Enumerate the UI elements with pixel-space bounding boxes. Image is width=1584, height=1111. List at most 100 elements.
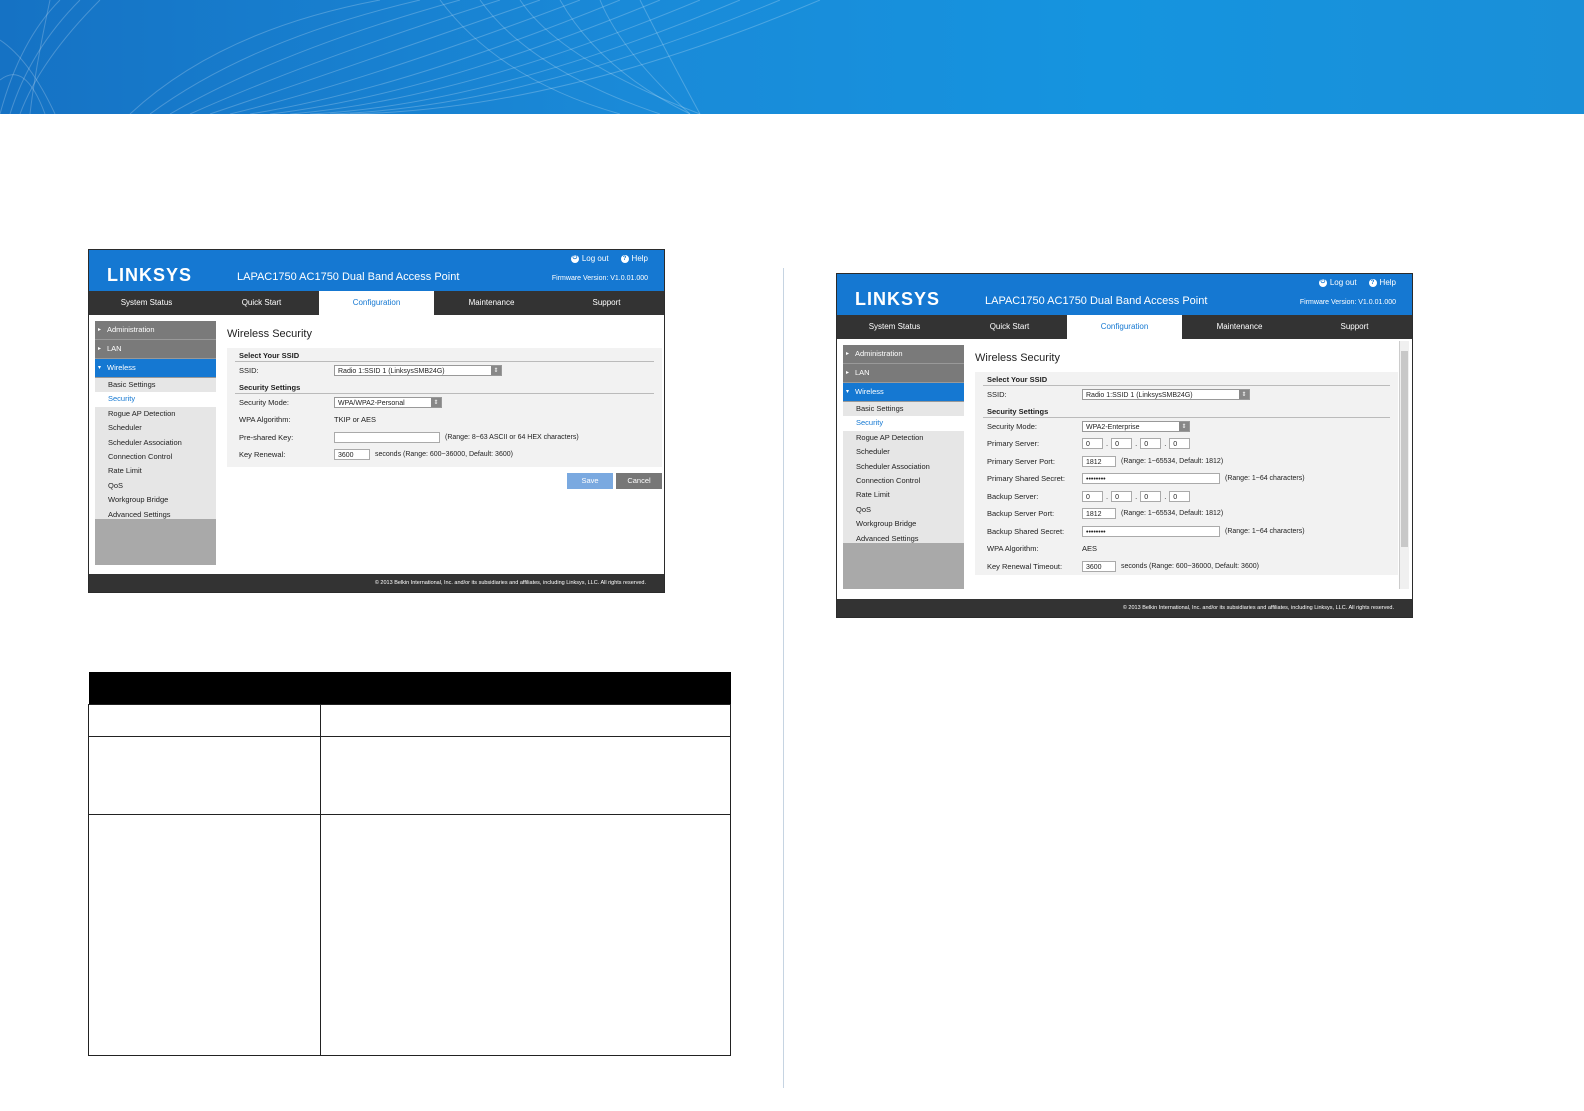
pre-shared-key-input[interactable] bbox=[334, 431, 440, 443]
linksys-logo: LINKSYS bbox=[855, 289, 941, 309]
sidebar-item-scheduler[interactable]: Scheduler bbox=[843, 445, 964, 459]
security-mode-label: Security Mode: bbox=[239, 397, 290, 407]
tab-quick-start[interactable]: Quick Start bbox=[204, 291, 319, 315]
sidebar-item-connection-control[interactable]: Connection Control bbox=[843, 474, 964, 488]
banner-wave-graphic bbox=[0, 0, 821, 114]
sidebar-item-connection-control[interactable]: Connection Control bbox=[95, 450, 216, 464]
primary-secret-label: Primary Shared Secret: bbox=[987, 474, 1065, 484]
logout-link[interactable]: ⏻ Log out bbox=[570, 254, 609, 263]
sidebar-item-scheduler-association[interactable]: Scheduler Association bbox=[843, 460, 964, 474]
main-tabs: System Status Quick Start Configuration … bbox=[89, 291, 664, 315]
sidebar-item-basic-settings[interactable]: Basic Settings bbox=[843, 402, 964, 416]
sidebar-group-wireless[interactable]: Wireless bbox=[843, 383, 964, 402]
sidebar-group-lan[interactable]: LAN bbox=[95, 340, 216, 359]
power-icon: ⏻ bbox=[570, 254, 579, 263]
tab-support[interactable]: Support bbox=[1297, 315, 1412, 339]
tab-system-status[interactable]: System Status bbox=[837, 315, 952, 339]
sidebar-item-workgroup-bridge[interactable]: Workgroup Bridge bbox=[843, 517, 964, 531]
copyright-footer: © 2013 Belkin International, Inc. and/or… bbox=[89, 574, 664, 592]
logout-label: Log out bbox=[1329, 278, 1357, 287]
firmware-version: Firmware Version: V1.0.01.000 bbox=[551, 275, 648, 282]
page-title: Wireless Security bbox=[227, 328, 312, 340]
logout-link[interactable]: ⏻ Log out bbox=[1318, 278, 1357, 287]
backup-server-octet-1[interactable]: 0 bbox=[1082, 490, 1103, 502]
scrollbar-thumb[interactable] bbox=[1401, 351, 1408, 547]
backup-port-hint: (Range: 1~65534, Default: 1812) bbox=[1121, 510, 1224, 518]
section-select-ssid: Select Your SSID bbox=[983, 372, 1390, 386]
help-link[interactable]: ? Help bbox=[620, 254, 648, 263]
backup-server-octet-3[interactable]: 0 bbox=[1140, 490, 1162, 502]
primary-server-octet-2[interactable]: 0 bbox=[1111, 438, 1133, 450]
main-content: Wireless Security Select Your SSID SSID:… bbox=[975, 345, 1398, 575]
ssid-select[interactable]: Radio 1:SSID 1 (LinksysSMB24G) ⇕ bbox=[334, 365, 502, 377]
primary-secret-input[interactable]: •••••••• bbox=[1082, 473, 1220, 485]
power-icon: ⏻ bbox=[1318, 278, 1327, 287]
sidebar-item-rate-limit[interactable]: Rate Limit bbox=[95, 464, 216, 478]
cancel-button[interactable]: Cancel bbox=[616, 472, 662, 489]
sidebar: Administration LAN Wireless Basic Settin… bbox=[95, 321, 216, 565]
security-mode-value: WPA/WPA2-Personal bbox=[338, 399, 405, 407]
select-arrows-icon: ⇕ bbox=[491, 366, 501, 376]
sidebar-item-rogue-ap-detection[interactable]: Rogue AP Detection bbox=[843, 431, 964, 445]
help-icon: ? bbox=[620, 254, 629, 263]
sidebar-item-security[interactable]: Security bbox=[95, 392, 216, 407]
firmware-version: Firmware Version: V1.0.01.000 bbox=[1299, 299, 1396, 306]
linksys-logo: LINKSYS bbox=[107, 265, 193, 285]
key-renewal-timeout-input[interactable]: 3600 bbox=[1082, 560, 1116, 572]
table-row bbox=[88, 704, 731, 737]
sidebar-group-administration[interactable]: Administration bbox=[843, 345, 964, 364]
select-arrows-icon: ⇕ bbox=[431, 397, 441, 407]
tab-maintenance[interactable]: Maintenance bbox=[434, 291, 549, 315]
app-header: LINKSYS LAPAC1750 AC1750 Dual Band Acces… bbox=[837, 274, 1412, 315]
sidebar-item-qos[interactable]: QoS bbox=[95, 479, 216, 493]
table-header-cell bbox=[88, 672, 321, 705]
sidebar-item-scheduler[interactable]: Scheduler bbox=[95, 421, 216, 435]
device-title: LAPAC1750 AC1750 Dual Band Access Point bbox=[237, 271, 460, 283]
key-renewal-timeout-label: Key Renewal Timeout: bbox=[987, 561, 1063, 571]
backup-server-octet-2[interactable]: 0 bbox=[1111, 490, 1133, 502]
tab-quick-start[interactable]: Quick Start bbox=[952, 315, 1067, 339]
tab-system-status[interactable]: System Status bbox=[89, 291, 204, 315]
table-row bbox=[88, 814, 731, 1056]
tab-configuration[interactable]: Configuration bbox=[1067, 315, 1182, 339]
ssid-select[interactable]: Radio 1:SSID 1 (LinksysSMB24G) ⇕ bbox=[1082, 389, 1250, 401]
sidebar-item-basic-settings[interactable]: Basic Settings bbox=[95, 378, 216, 392]
tab-maintenance[interactable]: Maintenance bbox=[1182, 315, 1297, 339]
backup-server-octet-4[interactable]: 0 bbox=[1169, 490, 1191, 502]
settings-table bbox=[88, 672, 731, 1056]
content-scrollbar[interactable] bbox=[1399, 341, 1409, 589]
sidebar-item-rate-limit[interactable]: Rate Limit bbox=[843, 488, 964, 502]
ssid-select-value: Radio 1:SSID 1 (LinksysSMB24G) bbox=[338, 368, 445, 376]
sidebar-item-workgroup-bridge[interactable]: Workgroup Bridge bbox=[95, 493, 216, 507]
main-tabs: System Status Quick Start Configuration … bbox=[837, 315, 1412, 339]
primary-port-input[interactable]: 1812 bbox=[1082, 455, 1116, 467]
backup-secret-input[interactable]: •••••••• bbox=[1082, 525, 1220, 537]
primary-server-octet-3[interactable]: 0 bbox=[1140, 438, 1162, 450]
primary-server-octet-1[interactable]: 0 bbox=[1082, 438, 1103, 450]
sidebar-group-administration[interactable]: Administration bbox=[95, 321, 216, 340]
backup-secret-label: Backup Shared Secret: bbox=[987, 526, 1065, 536]
page-banner bbox=[0, 0, 1584, 114]
backup-port-input[interactable]: 1812 bbox=[1082, 508, 1116, 520]
primary-port-hint: (Range: 1~65534, Default: 1812) bbox=[1121, 457, 1224, 465]
key-renewal-input[interactable]: 3600 bbox=[334, 449, 370, 461]
sidebar-item-scheduler-association[interactable]: Scheduler Association bbox=[95, 436, 216, 450]
sidebar-item-rogue-ap-detection[interactable]: Rogue AP Detection bbox=[95, 407, 216, 421]
tab-configuration[interactable]: Configuration bbox=[319, 291, 434, 315]
section-select-ssid: Select Your SSID bbox=[235, 348, 654, 362]
save-button[interactable]: Save bbox=[567, 472, 613, 489]
key-renewal-label: Key Renewal: bbox=[239, 450, 286, 460]
sidebar-item-security[interactable]: Security bbox=[843, 416, 964, 431]
primary-server-octet-4[interactable]: 0 bbox=[1169, 438, 1191, 450]
help-link[interactable]: ? Help bbox=[1368, 278, 1396, 287]
section-security-settings: Security Settings bbox=[983, 404, 1390, 418]
tab-support[interactable]: Support bbox=[549, 291, 664, 315]
primary-server-label: Primary Server: bbox=[987, 439, 1040, 449]
security-mode-select[interactable]: WPA/WPA2-Personal ⇕ bbox=[334, 396, 442, 408]
sidebar-group-wireless[interactable]: Wireless bbox=[95, 359, 216, 378]
table-cell bbox=[88, 704, 321, 737]
security-mode-select[interactable]: WPA2-Enterprise ⇕ bbox=[1082, 420, 1190, 432]
sidebar-group-lan[interactable]: LAN bbox=[843, 364, 964, 383]
sidebar-item-qos[interactable]: QoS bbox=[843, 503, 964, 517]
pre-shared-key-hint: (Range: 8~63 ASCII or 64 HEX characters) bbox=[445, 433, 579, 441]
